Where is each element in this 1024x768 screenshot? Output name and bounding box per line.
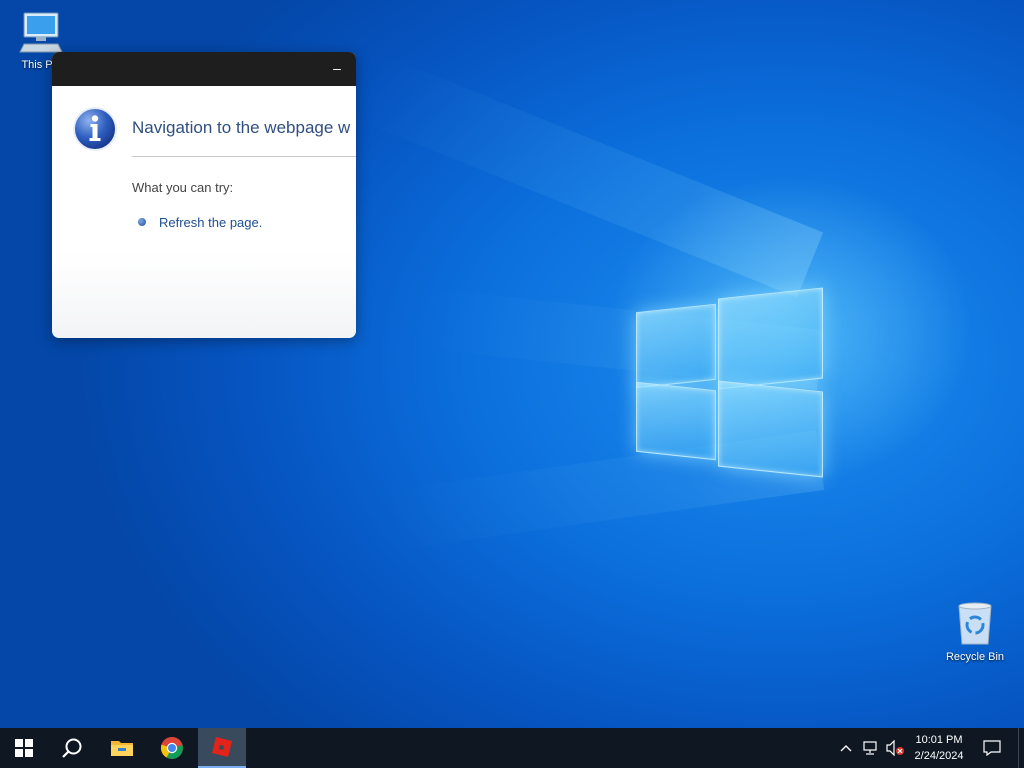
dialog-titlebar[interactable]: – [52, 52, 356, 86]
desktop-icon-recycle-bin[interactable]: Recycle Bin [940, 602, 1010, 663]
divider [132, 156, 356, 157]
roblox-button[interactable] [198, 728, 246, 768]
network-icon [863, 741, 877, 755]
clock-date: 2/24/2024 [914, 750, 964, 762]
chrome-icon [160, 737, 183, 759]
desktop-icon-label: Recycle Bin [945, 651, 1005, 663]
navigation-error-dialog: – Navigation to the webpage w What you c… [52, 52, 356, 338]
start-button[interactable] [0, 728, 48, 768]
network-tray-button[interactable] [860, 728, 882, 768]
chevron-up-icon [840, 745, 852, 752]
show-desktop-button[interactable] [1018, 728, 1024, 768]
chrome-button[interactable] [148, 728, 196, 768]
taskbar: 10:01 PM 2/24/2024 [0, 728, 1024, 768]
bullet-icon [138, 218, 146, 226]
windows-logo [636, 287, 824, 480]
what-you-can-try-label: What you can try: [132, 180, 234, 195]
volume-tray-button[interactable] [884, 728, 906, 768]
folder-icon [111, 741, 133, 756]
logo-pane-top-right [718, 287, 823, 390]
logo-pane-top-left [636, 303, 716, 389]
clock[interactable]: 10:01 PM 2/24/2024 [904, 732, 974, 764]
windows-start-icon [15, 739, 33, 757]
notification-icon [983, 740, 1001, 756]
minimize-button[interactable]: – [330, 61, 344, 75]
desktop[interactable]: This PC Recycle Bin – Navigation to the … [0, 0, 1024, 728]
logo-pane-bottom-left [636, 381, 716, 461]
recycle-bin-icon [958, 602, 992, 645]
info-icon [73, 107, 117, 151]
refresh-page-label: Refresh the page. [159, 215, 263, 230]
volume-muted-icon [886, 740, 904, 756]
action-center-button[interactable] [978, 728, 1006, 768]
clock-time: 10:01 PM [915, 734, 963, 746]
show-hidden-icons-button[interactable] [836, 728, 856, 768]
roblox-icon [212, 737, 232, 757]
logo-pane-bottom-right [718, 380, 823, 478]
dialog-heading: Navigation to the webpage w [132, 118, 351, 137]
search-icon [62, 738, 82, 758]
search-button[interactable] [48, 728, 96, 768]
light-beam [351, 52, 824, 298]
file-explorer-button[interactable] [98, 728, 146, 768]
computer-icon [19, 12, 63, 53]
refresh-page-link[interactable]: Refresh the page. [138, 215, 262, 230]
